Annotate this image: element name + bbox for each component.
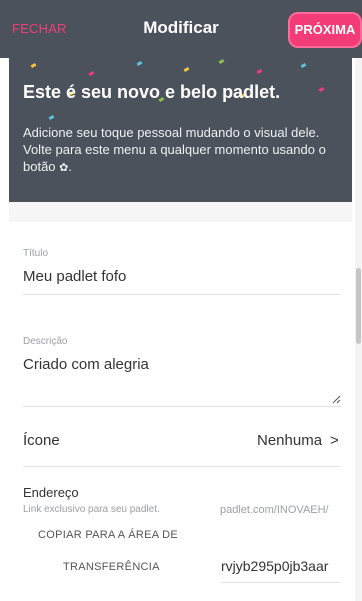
banner-text-end: . [68, 159, 73, 174]
confetti-piece [136, 60, 143, 67]
description-underline [23, 406, 341, 407]
title-underline [23, 294, 341, 295]
top-bar: FECHAR Modificar PRÓXIMA [0, 0, 362, 58]
banner-text: Adicione seu toque pessoal mudando o vis… [23, 124, 335, 177]
address-slug-underline [221, 582, 341, 583]
icon-label: Ícone [23, 432, 60, 449]
scrollbar[interactable] [355, 58, 362, 601]
confetti-piece [30, 62, 37, 69]
resize-handle-icon[interactable] [331, 394, 341, 404]
copy-button-line1: COPIAR PARA A ÁREA DE [38, 529, 178, 541]
address-label: Endereço [23, 485, 79, 500]
confetti-piece [183, 66, 190, 73]
gear-icon: ✿ [59, 162, 69, 174]
confetti-piece [300, 62, 307, 69]
confetti-piece [256, 68, 263, 75]
confetti-piece [88, 70, 95, 77]
next-button[interactable]: PRÓXIMA [290, 14, 360, 46]
icon-divider [23, 466, 341, 467]
section-spacer [9, 202, 352, 222]
welcome-banner: Este é seu novo e belo padlet. Adicione … [9, 58, 352, 202]
address-hint: Link exclusivo para seu padlet. [23, 504, 160, 515]
scrollbar-thumb[interactable] [356, 268, 361, 344]
title-input[interactable]: Meu padlet fofo [23, 268, 126, 285]
address-slug-input[interactable]: rvjyb295p0jb3aar [221, 558, 328, 574]
description-label: Descrição [23, 336, 68, 347]
description-textarea[interactable]: Criado com alegria [23, 356, 149, 373]
chevron-right-icon: > [330, 432, 339, 449]
confetti-piece [218, 58, 225, 65]
address-prefix: padlet.com/INOVAEH/ [220, 504, 329, 516]
confetti-piece [48, 114, 55, 121]
title-label: Título [23, 248, 49, 259]
icon-value-text: Nenhuma [257, 432, 323, 449]
icon-value: Nenhuma > [257, 432, 339, 449]
banner-heading: Este é seu novo e belo padlet. [23, 82, 281, 102]
copy-button-line2: TRANSFERÊNCIA [63, 561, 160, 573]
